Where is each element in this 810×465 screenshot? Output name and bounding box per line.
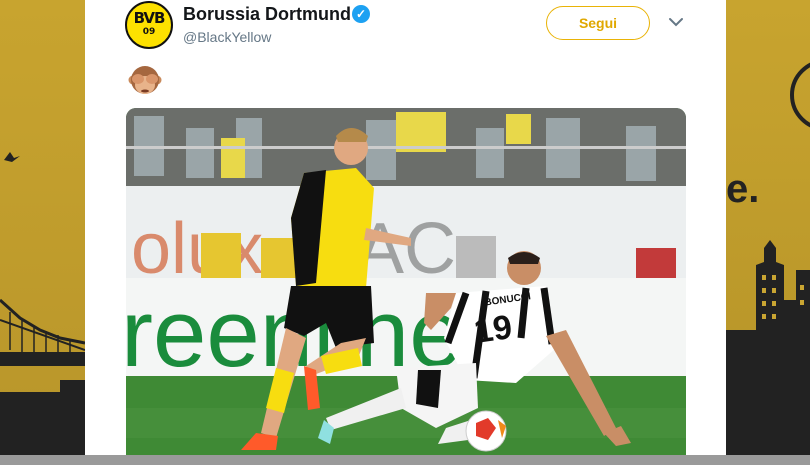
- avatar-logo-year: 09: [142, 27, 156, 37]
- football-match-image: olux AC reenline: [126, 108, 686, 465]
- background-left: [0, 0, 85, 465]
- city-skyline-right: e.: [726, 62, 810, 465]
- follow-button[interactable]: Segui: [546, 6, 650, 40]
- tweet-card: BVB 09 Borussia Dortmund ✓ @BlackYellow …: [85, 0, 726, 465]
- svg-text:olux: olux: [131, 209, 263, 289]
- chevron-down-icon[interactable]: [668, 14, 684, 30]
- svg-text:e.: e.: [726, 167, 759, 211]
- shirt-number: 19: [472, 308, 515, 351]
- tweet-photo[interactable]: olux AC reenline: [126, 108, 686, 465]
- account-avatar[interactable]: BVB 09: [125, 1, 173, 49]
- bvb-logo: BVB 09: [134, 11, 166, 39]
- see-no-evil-monkey-icon: [128, 66, 162, 94]
- city-skyline-left: [0, 152, 85, 465]
- background-right: e.: [726, 0, 810, 465]
- bottom-scroll-strip: [0, 455, 810, 465]
- football: [465, 410, 507, 452]
- account-name[interactable]: Borussia Dortmund: [183, 4, 351, 25]
- account-handle[interactable]: @BlackYellow: [183, 29, 271, 45]
- verified-badge-icon: ✓: [352, 5, 370, 23]
